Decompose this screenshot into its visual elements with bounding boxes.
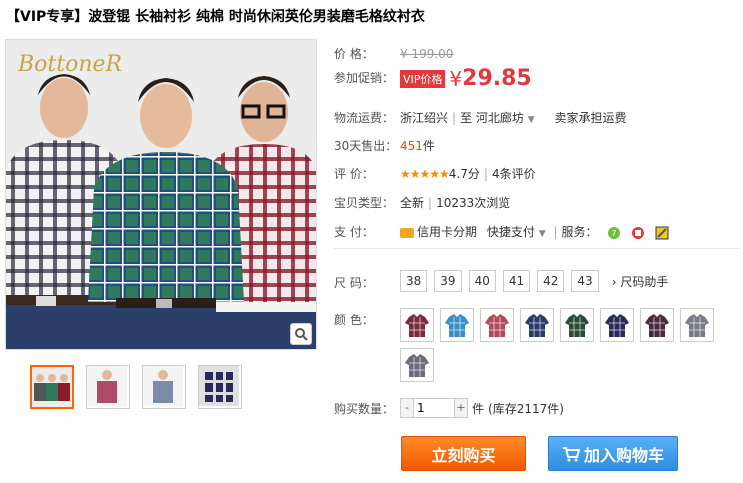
size-helper-link[interactable]: › 尺码助手 — [612, 273, 669, 290]
ship-to-prefix: 至 — [460, 111, 473, 125]
promo-price-row: 参加促销： VIP价格 ¥29.85 — [334, 66, 532, 91]
buy-now-button[interactable]: 立刻购买 — [401, 436, 526, 471]
size-option-41[interactable]: 41 — [502, 270, 531, 292]
color-swatch-1[interactable] — [400, 308, 434, 342]
color-swatch-2[interactable] — [440, 308, 474, 342]
shirt-icon — [605, 314, 629, 337]
current-price: 29.85 — [462, 66, 532, 91]
chevron-right-icon: › — [611, 274, 617, 289]
add-to-cart-button[interactable]: 加入购物车 — [548, 436, 678, 471]
quick-pay[interactable]: 快捷支付 — [487, 225, 535, 239]
size-option-43[interactable]: 43 — [571, 270, 599, 292]
size-label-row: 尺 码： — [334, 274, 400, 291]
color-swatch-4[interactable] — [520, 308, 554, 342]
original-price: ¥ 199.00 — [400, 47, 454, 61]
thumbnail-1[interactable] — [30, 365, 74, 409]
quantity-unit: 件 — [472, 401, 485, 416]
sales-unit: 件 — [422, 139, 435, 153]
quantity-increase-button[interactable]: + — [454, 398, 468, 418]
sales-count: 451 — [400, 139, 423, 153]
vip-price-badge: VIP价格 — [400, 69, 446, 88]
ship-to-selector[interactable]: 河北廊坊 ▼ — [476, 111, 535, 125]
thumbnail-4[interactable] — [198, 365, 242, 409]
shirt-icon — [405, 354, 429, 377]
payment-label: 支 付： — [334, 225, 374, 239]
zoom-icon[interactable] — [290, 323, 312, 345]
shirt-icon — [685, 314, 709, 337]
chevron-down-icon[interactable]: ▼ — [539, 229, 546, 239]
cart-icon — [562, 446, 580, 461]
shirt-icon — [525, 314, 549, 337]
product-photo-illustration — [6, 40, 316, 349]
rating-row: 评 价： ★★★★★4.7分 | 4条评价 — [334, 167, 536, 181]
payment-row: 支 付： 信用卡分期 快捷支付 ▼ | 服务： 7 — [334, 223, 669, 240]
sales-label: 30天售出： — [334, 139, 398, 153]
brand-logo: BottoneR — [18, 52, 123, 77]
quantity-decrease-button[interactable]: - — [400, 398, 414, 418]
shirt-icon — [405, 314, 429, 337]
service-invoice-icon[interactable] — [655, 226, 669, 240]
shirt-icon — [485, 314, 509, 337]
rating-stars-icon: ★★★★★ — [400, 167, 450, 181]
size-label: 尺 码： — [334, 276, 374, 290]
sales-row: 30天售出： 451件 — [334, 137, 435, 154]
thumbnail-strip — [30, 365, 242, 409]
reviews-link[interactable]: 4条评价 — [492, 167, 536, 181]
original-price-label: 价 格： — [334, 47, 374, 61]
color-swatches — [400, 308, 730, 382]
view-count: 10233次浏览 — [436, 196, 511, 210]
rating-score: 4.7分 — [448, 167, 480, 181]
quantity-stepper: - + 件 (库存2117件) — [400, 398, 564, 418]
service-label: 服务： — [561, 225, 598, 239]
quantity-input[interactable] — [414, 398, 454, 418]
original-price-row: 价 格： ¥ 199.00 — [334, 45, 453, 62]
quantity-label-row: 购买数量： — [334, 400, 400, 417]
chevron-down-icon: ▼ — [527, 115, 535, 125]
size-option-39[interactable]: 39 — [434, 270, 462, 292]
size-option-40[interactable]: 40 — [468, 270, 496, 292]
shirt-icon — [645, 314, 669, 337]
size-options: 38 39 40 41 42 43 › 尺码助手 — [400, 270, 668, 292]
quantity-label: 购买数量： — [334, 402, 395, 416]
shirt-icon — [445, 314, 469, 337]
color-swatch-5[interactable] — [560, 308, 594, 342]
color-label-row: 颜 色： — [334, 311, 400, 328]
item-type-row: 宝贝类型： 全新 | 10233次浏览 — [334, 196, 511, 210]
divider — [334, 248, 739, 249]
color-swatch-8[interactable] — [680, 308, 714, 342]
shipping-label: 物流运费： — [334, 111, 395, 125]
main-product-image[interactable]: BottoneR — [5, 39, 317, 350]
color-label: 颜 色： — [334, 313, 374, 327]
credit-installment[interactable]: 信用卡分期 — [417, 225, 477, 239]
item-type-label: 宝贝类型： — [334, 196, 395, 210]
promo-label: 参加促销： — [334, 71, 395, 85]
size-helper-label: 尺码助手 — [620, 274, 669, 289]
ship-from: 浙江绍兴 — [400, 111, 449, 125]
add-to-cart-label: 加入购物车 — [583, 445, 664, 465]
size-option-42[interactable]: 42 — [537, 270, 565, 292]
color-swatch-6[interactable] — [600, 308, 634, 342]
service-genuine-icon[interactable] — [631, 226, 645, 240]
color-swatch-7[interactable] — [640, 308, 674, 342]
size-option-38[interactable]: 38 — [400, 270, 428, 292]
item-condition: 全新 — [400, 196, 425, 210]
svg-text:7: 7 — [612, 229, 617, 238]
shipping-row: 物流运费： 浙江绍兴 | 至 河北廊坊 ▼ 卖家承担运费 — [334, 111, 627, 125]
thumbnail-3[interactable] — [142, 365, 186, 409]
thumbnail-2[interactable] — [86, 365, 130, 409]
rating-label: 评 价： — [334, 167, 374, 181]
shipping-fee: 卖家承担运费 — [554, 111, 627, 125]
currency-symbol: ¥ — [449, 66, 463, 91]
service-7day-icon[interactable]: 7 — [607, 226, 621, 240]
color-swatch-3[interactable] — [480, 308, 514, 342]
ship-to: 河北廊坊 — [475, 111, 524, 125]
shirt-icon — [565, 314, 589, 337]
color-swatch-9[interactable] — [400, 348, 434, 382]
credit-card-icon — [400, 227, 414, 238]
stock-count: (库存2117件) — [488, 401, 564, 416]
product-title: 【VIP专享】波登锟 长袖衬衫 纯棉 时尚休闲英伦男装磨毛格纹衬衣 — [6, 9, 425, 25]
